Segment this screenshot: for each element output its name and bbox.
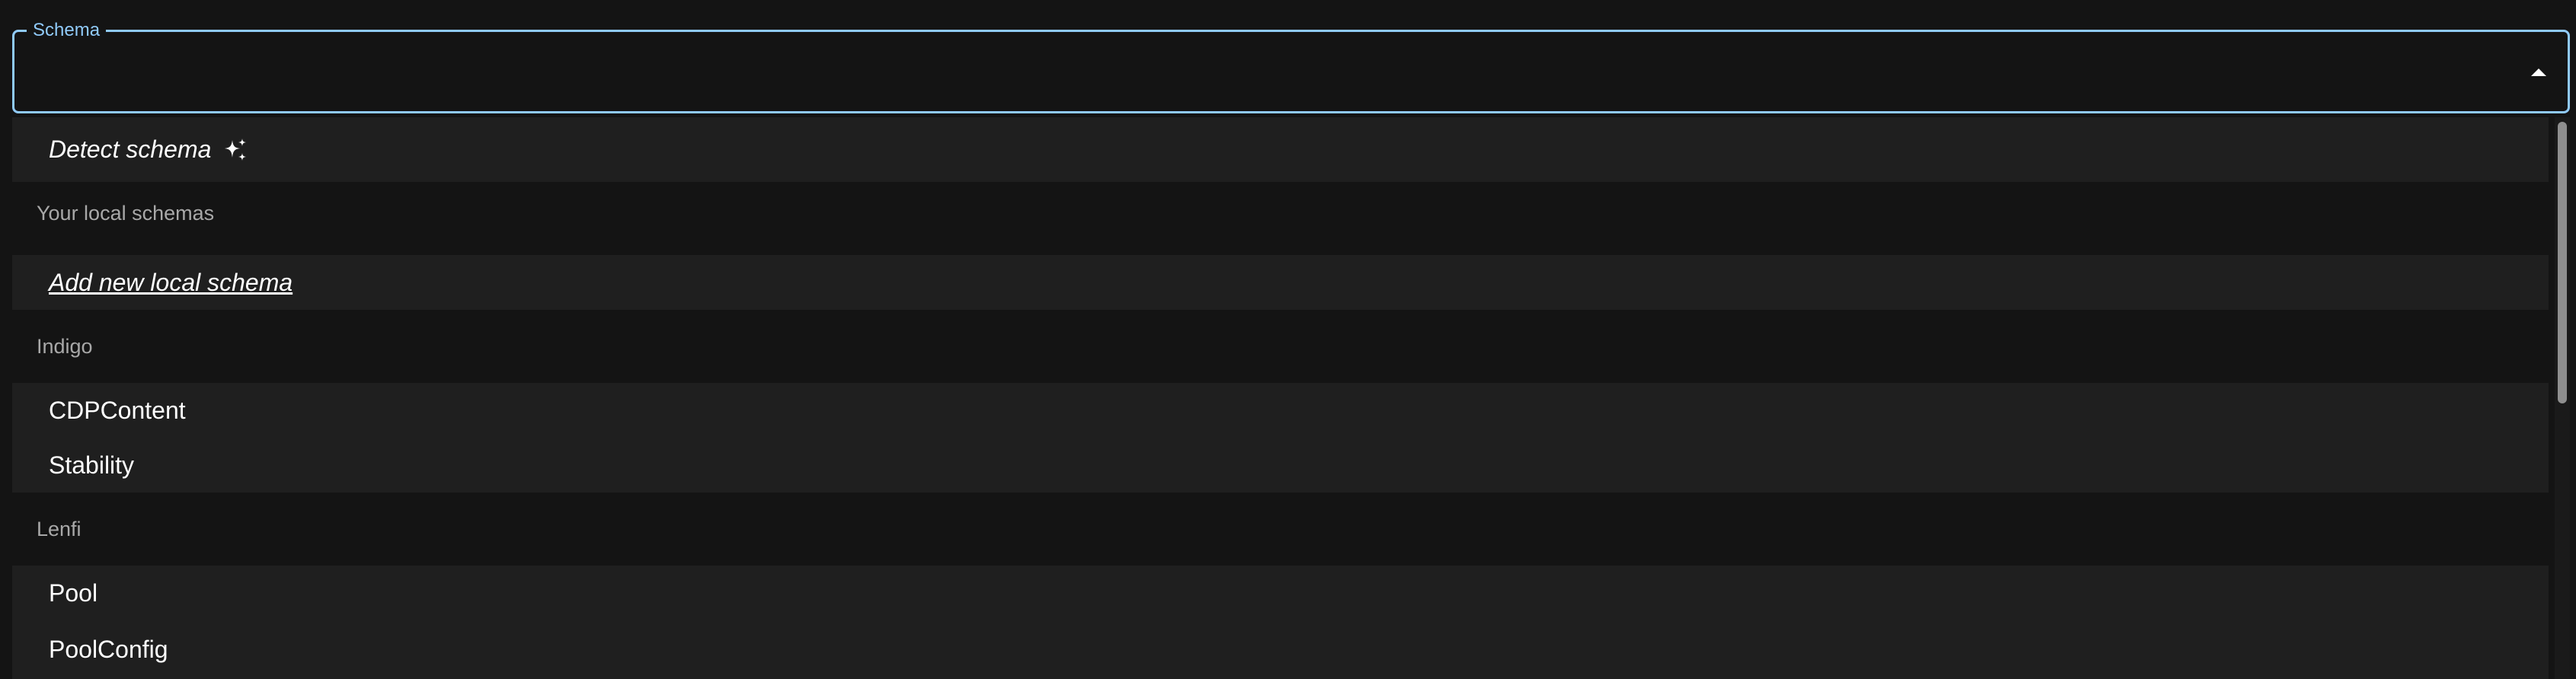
schema-select-field[interactable]: Schema	[12, 20, 2570, 113]
add-local-schema-option[interactable]: Add new local schema	[12, 255, 2549, 310]
schema-option-stability[interactable]: Stability	[12, 438, 2549, 493]
group-header-label: Lenfi	[37, 517, 81, 540]
sparkles-icon	[225, 138, 247, 161]
group-header-lenfi: Lenfi	[12, 493, 2549, 566]
schema-field-label: Schema	[27, 20, 107, 41]
menu-scrollbar-thumb[interactable]	[2558, 122, 2567, 403]
group-header-local: Your local schemas	[12, 182, 2549, 245]
schema-option-label: CDPContent	[49, 396, 186, 424]
schema-option-cdpcontent[interactable]: CDPContent	[12, 383, 2549, 438]
group-header-label: Indigo	[37, 334, 93, 358]
add-local-schema-link[interactable]: Add new local schema	[49, 269, 292, 297]
menu-scrollbar[interactable]	[2555, 117, 2570, 679]
detect-schema-option[interactable]: Detect schema	[12, 117, 2549, 182]
schema-option-label: PoolConfig	[49, 636, 168, 663]
schema-select-screen: Schema Detect schema Your local schemas …	[0, 0, 2576, 679]
schema-option-poolconfig[interactable]: PoolConfig	[12, 620, 2549, 679]
group-header-label: Your local schemas	[37, 202, 215, 225]
schema-option-label: Stability	[49, 451, 135, 479]
schema-dropdown-menu: Detect schema Your local schemas Add new…	[12, 117, 2570, 679]
detect-schema-label: Detect schema	[49, 135, 212, 163]
group-header-indigo: Indigo	[12, 310, 2549, 383]
schema-option-label: Pool	[49, 579, 98, 607]
schema-option-pool[interactable]: Pool	[12, 566, 2549, 620]
caret-up-icon[interactable]	[2531, 69, 2546, 76]
